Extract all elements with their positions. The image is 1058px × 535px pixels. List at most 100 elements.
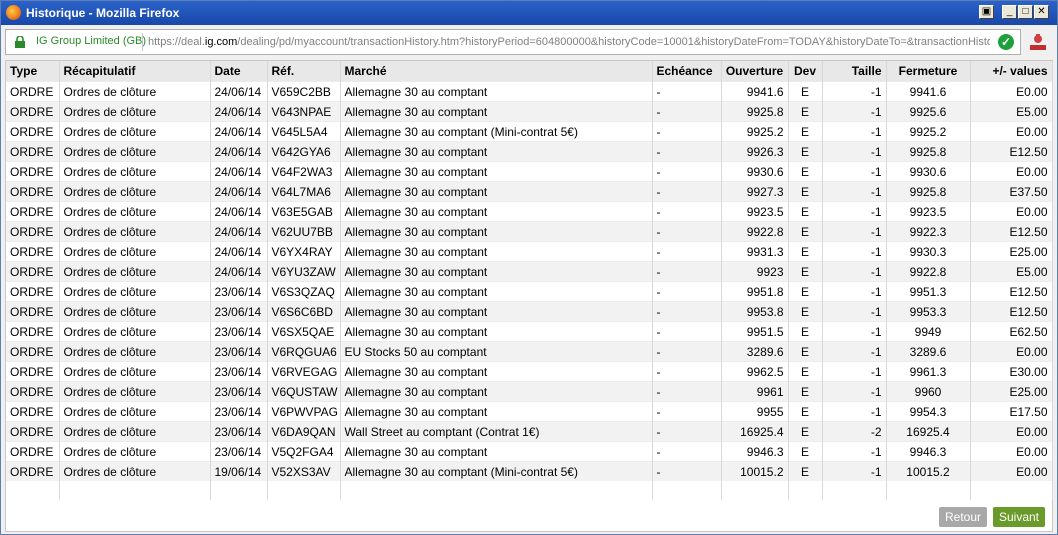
table-row[interactable]: ORDRE Ordres de clôture 24/06/14 V62UU7BB Al… — [6, 221, 1053, 242]
cell-summary: Ordres de clôture — [59, 341, 211, 362]
table-row[interactable]: ORDRE Ordres de clôture 19/06/14 V52XS3AV Al… — [6, 461, 1053, 481]
cell-ref: V63E5GAB — [267, 201, 341, 222]
cell-ref: V5Q2FGA4 — [267, 441, 341, 462]
table-row[interactable]: ORDRE Ordres de clôture 23/06/14 V5Q2FGA4 Al… — [6, 441, 1053, 462]
table-row[interactable]: ORDRE Ordres de clôture 23/06/14 V6S6C6BD Al… — [6, 301, 1053, 322]
table-row[interactable]: ORDRE Ordres de clôture 24/06/14 V643NPAE Al… — [6, 101, 1053, 122]
cell-type: ORDRE — [6, 341, 60, 362]
table-row[interactable]: ORDRE Ordres de clôture 23/06/14 V6RQGUA6 EU… — [6, 341, 1053, 362]
cell-expiry: - — [652, 381, 722, 402]
table-row[interactable]: ORDRE Ordres de clôture 23/06/14 V6QUSTAW Al… — [6, 381, 1053, 402]
cell-summary: Ordres de clôture — [59, 441, 211, 462]
cell-size: -1 — [822, 201, 887, 222]
table-row[interactable]: ORDRE Ordres de clôture 24/06/14 V64F2WA3 Al… — [6, 161, 1053, 182]
table-row[interactable]: ORDRE Ordres de clôture 24/06/14 V6YU3ZAW Al… — [6, 261, 1053, 282]
table-row[interactable]: ORDRE Ordres de clôture 23/06/14 V6S3QZAQ Al… — [6, 281, 1053, 302]
cell-pl: E25.00 — [970, 381, 1053, 402]
cell-size: -1 — [822, 361, 887, 382]
col-header-size[interactable]: Taille — [822, 61, 887, 82]
cell-summary: Ordres de clôture — [59, 381, 211, 402]
cell-closing: 9925.2 — [886, 121, 971, 142]
address-bar[interactable]: IG Group Limited (GB) https://deal.ig.co… — [5, 29, 1021, 55]
empty-cell — [788, 481, 823, 500]
cell-summary: Ordres de clôture — [59, 461, 211, 481]
table-row[interactable]: ORDRE Ordres de clôture 23/06/14 V6RVEGAG Al… — [6, 361, 1053, 382]
cell-pl: E25.00 — [970, 241, 1053, 262]
cell-expiry: - — [652, 281, 722, 302]
cell-expiry: - — [652, 441, 722, 462]
col-header-expiry[interactable]: Echéance — [652, 61, 722, 82]
cell-market: Allemagne 30 au comptant — [340, 221, 653, 242]
site-identity[interactable]: IG Group Limited (GB) — [36, 35, 146, 47]
table-row[interactable]: ORDRE Ordres de clôture 24/06/14 V642GYA6 Al… — [6, 141, 1053, 162]
cell-currency: E — [788, 161, 823, 182]
col-header-summary[interactable]: Récapitulatif — [59, 61, 211, 82]
cell-summary: Ordres de clôture — [59, 301, 211, 322]
col-header-type[interactable]: Type — [6, 61, 60, 82]
verified-check-icon[interactable]: ✓ — [998, 34, 1014, 50]
cell-size: -1 — [822, 401, 887, 422]
cell-size: -1 — [822, 141, 887, 162]
cell-ref: V6S6C6BD — [267, 301, 341, 322]
close-button[interactable]: ✕ — [1034, 5, 1049, 19]
cell-date: 24/06/14 — [210, 181, 268, 202]
cell-expiry: - — [652, 101, 722, 122]
url-domain: ig.com — [204, 36, 238, 48]
table-row[interactable]: ORDRE Ordres de clôture 24/06/14 V6YX4RAY Al… — [6, 241, 1053, 262]
cell-pl: E0.00 — [970, 81, 1053, 102]
cell-opening: 9941.6 — [721, 81, 789, 102]
suivant-button[interactable]: Suivant — [993, 507, 1045, 527]
cell-ref: V645L5A4 — [267, 121, 341, 142]
cell-pl: E37.50 — [970, 181, 1053, 202]
cell-currency: E — [788, 81, 823, 102]
cell-expiry: - — [652, 161, 722, 182]
table-row[interactable]: ORDRE Ordres de clôture 24/06/14 V659C2BB Al… — [6, 81, 1053, 102]
cell-summary: Ordres de clôture — [59, 321, 211, 342]
col-header-closing[interactable]: Fermeture — [886, 61, 971, 82]
transaction-history-panel: Type Récapitulatif Date Réf. Marché Eché… — [5, 60, 1053, 532]
cell-ref: V643NPAE — [267, 101, 341, 122]
col-header-pl[interactable]: +/- values — [970, 61, 1053, 82]
cell-currency: E — [788, 341, 823, 362]
cell-closing: 16925.4 — [886, 421, 971, 442]
maximize-button[interactable]: □ — [1018, 5, 1033, 19]
cell-size: -1 — [822, 281, 887, 302]
cell-opening: 3289.6 — [721, 341, 789, 362]
cell-summary: Ordres de clôture — [59, 121, 211, 142]
cell-summary: Ordres de clôture — [59, 241, 211, 262]
cell-size: -1 — [822, 81, 887, 102]
url-text[interactable]: https://deal.ig.com/dealing/pd/myaccount… — [148, 36, 990, 48]
cell-type: ORDRE — [6, 321, 60, 342]
table-row[interactable]: ORDRE Ordres de clôture 23/06/14 V6SX5QAE Al… — [6, 321, 1053, 342]
cell-ref: V6SX5QAE — [267, 321, 341, 342]
retour-button[interactable]: Retour — [939, 507, 987, 527]
site-identity-divider — [142, 33, 143, 51]
cell-size: -1 — [822, 241, 887, 262]
table-row[interactable]: ORDRE Ordres de clôture 24/06/14 V645L5A4 Al… — [6, 121, 1053, 142]
table-row[interactable]: ORDRE Ordres de clôture 24/06/14 V63E5GAB Al… — [6, 201, 1053, 222]
col-header-ref[interactable]: Réf. — [267, 61, 341, 82]
cell-market: Allemagne 30 au comptant — [340, 141, 653, 162]
col-header-market[interactable]: Marché — [340, 61, 653, 82]
minimize-button[interactable]: _ — [1002, 5, 1017, 19]
transaction-table: Type Récapitulatif Date Réf. Marché Eché… — [6, 61, 1053, 500]
cell-type: ORDRE — [6, 141, 60, 162]
cell-pl: E30.00 — [970, 361, 1053, 382]
cell-summary: Ordres de clôture — [59, 141, 211, 162]
cell-expiry: - — [652, 321, 722, 342]
table-row[interactable]: ORDRE Ordres de clôture 23/06/14 V6DA9QAN Wa… — [6, 421, 1053, 442]
cell-currency: E — [788, 441, 823, 462]
table-row[interactable]: ORDRE Ordres de clôture 23/06/14 V6PWVPAG Al… — [6, 401, 1053, 422]
col-header-date[interactable]: Date — [210, 61, 268, 82]
cell-closing: 9951.3 — [886, 281, 971, 302]
col-header-opening[interactable]: Ouverture — [721, 61, 789, 82]
cell-pl: E5.00 — [970, 261, 1053, 282]
cell-opening: 10015.2 — [721, 461, 789, 481]
cell-date: 23/06/14 — [210, 281, 268, 302]
cell-date: 19/06/14 — [210, 461, 268, 481]
cell-pl: E0.00 — [970, 421, 1053, 442]
col-header-currency[interactable]: Dev — [788, 61, 823, 82]
table-row[interactable]: ORDRE Ordres de clôture 24/06/14 V64L7MA6 Al… — [6, 181, 1053, 202]
download-icon[interactable] — [1027, 31, 1049, 53]
tile-icon[interactable]: ▣ — [979, 5, 994, 19]
